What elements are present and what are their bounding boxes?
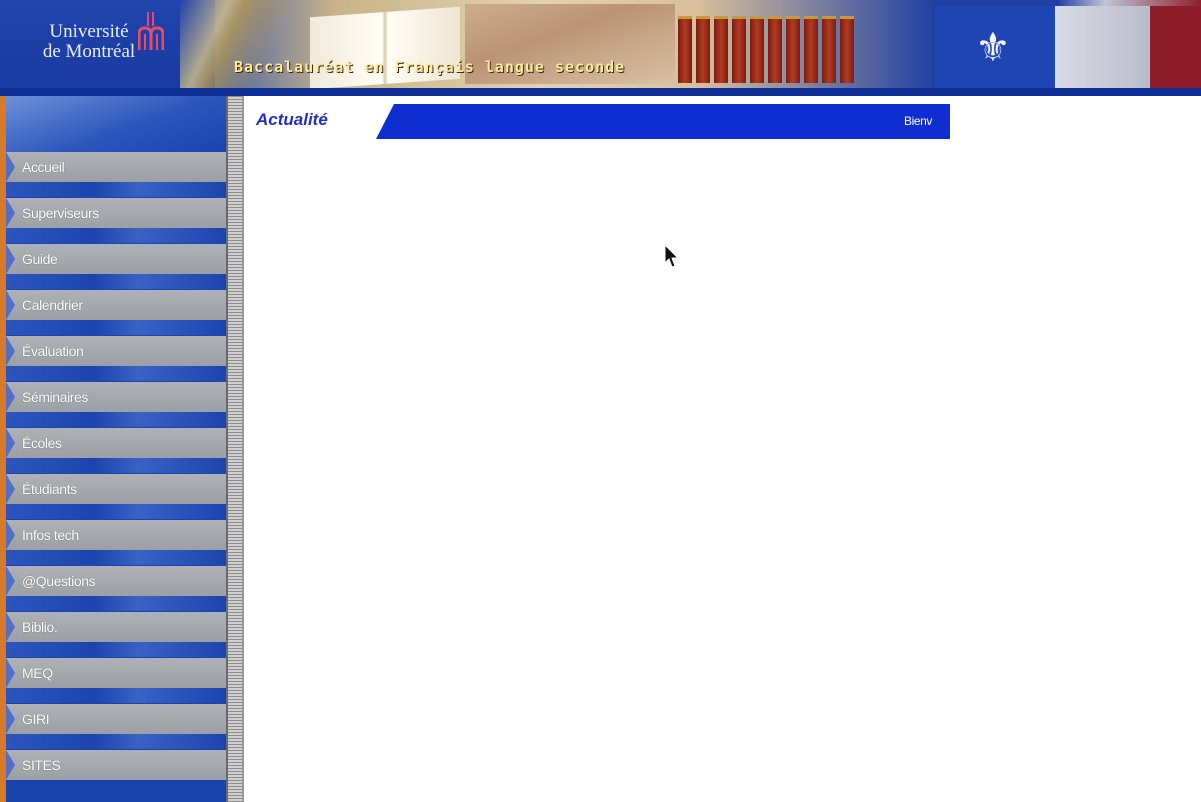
sidebar-item-meq[interactable]: MEQ (6, 658, 226, 688)
open-book-image (310, 6, 460, 90)
header-banner: Université de Montréal ⚜ Baccalauréat en… (0, 0, 1201, 96)
sidebar-item-label: Accueil (22, 159, 65, 175)
sidebar-separator (6, 274, 226, 289)
sidebar-separator (6, 504, 226, 519)
sidebar-header-decoration (6, 96, 226, 152)
sidebar-separator (6, 688, 226, 703)
sidebar-item-label: Calendrier (22, 297, 83, 313)
sidebar-item-label: Écoles (22, 435, 62, 451)
sidebar-item-calendrier[interactable]: Calendrier (6, 290, 226, 320)
sidebar-item-seminaires[interactable]: Séminaires (6, 382, 226, 412)
sidebar-item-infos-tech[interactable]: Infos tech (6, 520, 226, 550)
sidebar-separator (6, 228, 226, 243)
program-tagline: Baccalauréat en Français langue seconde (234, 58, 626, 76)
sidebar-separator (6, 550, 226, 565)
section-title-bar: Actualité Bienv (244, 104, 950, 139)
sidebar-item-accueil[interactable]: Accueil (6, 152, 226, 182)
frame-divider-scrollbar[interactable] (226, 96, 244, 802)
sidebar-separator (6, 596, 226, 611)
book-page-decoration (180, 0, 300, 96)
university-emblem-icon (138, 12, 164, 50)
sidebar-item-label: Biblio. (22, 619, 58, 635)
sidebar-separator (6, 734, 226, 749)
sidebar-item-questions[interactable]: @Questions (6, 566, 226, 596)
sidebar-item-label: Évaluation (22, 343, 84, 359)
sidebar-item-evaluation[interactable]: Évaluation (6, 336, 226, 366)
sidebar-item-biblio[interactable]: Biblio. (6, 612, 226, 642)
sidebar-item-superviseurs[interactable]: Superviseurs (6, 198, 226, 228)
mouse-pointer-icon (664, 244, 680, 268)
sidebar-item-giri[interactable]: GIRI (6, 704, 226, 734)
sidebar-item-label: Infos tech (22, 527, 79, 543)
sidebar-item-label: Étudiants (22, 481, 77, 497)
flag-white-band (1055, 6, 1150, 90)
sidebar-item-label: Séminaires (22, 389, 89, 405)
sidebar-separator (6, 458, 226, 473)
sidebar-separator (6, 412, 226, 427)
header-divider (0, 88, 1201, 96)
sidebar-item-guide[interactable]: Guide (6, 244, 226, 274)
welcome-text: Bienv (904, 114, 933, 128)
sidebar-item-label: MEQ (22, 665, 53, 681)
sidebar-item-etudiants[interactable]: Étudiants (6, 474, 226, 504)
page-title: Actualité (256, 110, 328, 129)
sidebar-separator (6, 320, 226, 335)
sidebar-item-label: Guide (22, 251, 58, 267)
flag-red-band (1150, 6, 1201, 90)
sidebar-separator (6, 366, 226, 381)
sidebar-item-label: @Questions (22, 573, 96, 589)
sidebar-item-label: SITES (22, 757, 61, 773)
fleur-de-lis-icon: ⚜ (975, 25, 1011, 71)
bookshelf-image (678, 10, 878, 86)
sidebar-separator (6, 642, 226, 657)
sidebar-item-ecoles[interactable]: Écoles (6, 428, 226, 458)
sidebar-item-label: Superviseurs (22, 205, 99, 221)
sidebar-separator (6, 182, 226, 197)
sidebar-item-label: GIRI (22, 711, 50, 727)
sidebar-item-sites[interactable]: SITES (6, 750, 226, 780)
